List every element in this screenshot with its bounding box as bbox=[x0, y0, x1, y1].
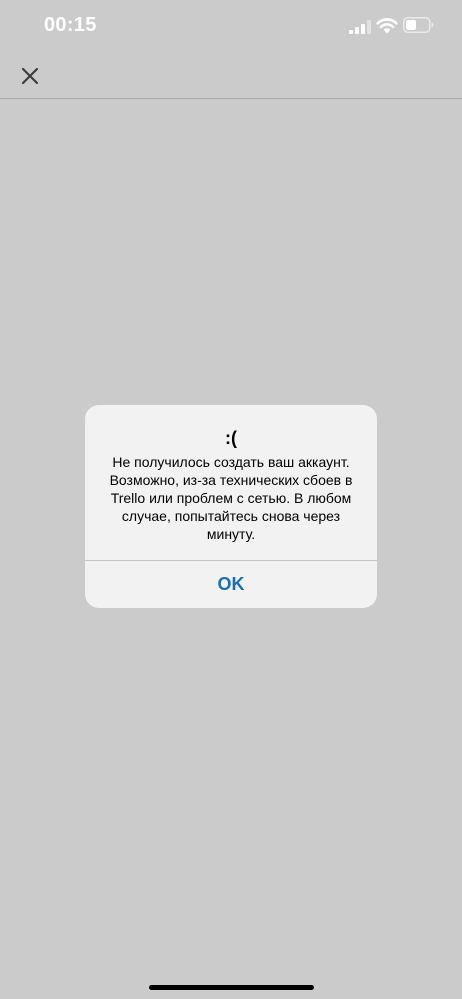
close-button[interactable] bbox=[14, 60, 46, 92]
ok-button[interactable]: OK bbox=[85, 561, 377, 607]
nav-bar bbox=[0, 54, 462, 99]
wifi-icon bbox=[376, 18, 398, 34]
status-time: 00:15 bbox=[44, 14, 97, 36]
alert-message: Не получилось создать ваш аккаунт. Возмо… bbox=[109, 454, 353, 542]
status-bar: 00:15 bbox=[0, 0, 462, 54]
home-indicator[interactable] bbox=[149, 985, 314, 990]
battery-icon bbox=[403, 17, 434, 33]
close-icon bbox=[21, 67, 39, 85]
error-alert-dialog: :( Не получилось создать ваш аккаунт. Во… bbox=[85, 405, 377, 608]
alert-title: :( bbox=[225, 428, 237, 448]
signal-icon bbox=[349, 20, 371, 34]
alert-body: :( Не получилось создать ваш аккаунт. Во… bbox=[85, 405, 377, 560]
